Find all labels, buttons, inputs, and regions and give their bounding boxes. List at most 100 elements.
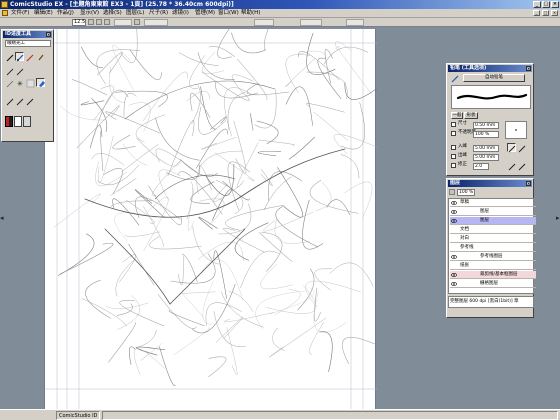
curve-tool-icon[interactable] xyxy=(15,96,24,106)
layer-name: 文档 xyxy=(460,227,469,232)
layer-mode-icon[interactable] xyxy=(449,189,455,195)
subtool-field[interactable]: 眼睛光工 xyxy=(5,40,51,47)
view-option-field[interactable] xyxy=(144,19,168,26)
doc-close-button[interactable]: × xyxy=(551,10,558,16)
sketch-drawing xyxy=(45,29,377,409)
subtool-name-button[interactable]: 自动铅笔 xyxy=(463,74,525,82)
layer-row[interactable]: 参考线图层 xyxy=(450,253,536,261)
brush-panel-close-icon[interactable]: × xyxy=(526,66,531,71)
menu-layer[interactable]: 图层(L) xyxy=(126,9,144,18)
layer-row-selected[interactable]: 图层 xyxy=(450,217,536,225)
ruler-tool-icon[interactable] xyxy=(25,96,34,106)
pencil-tool-icon[interactable] xyxy=(15,52,24,62)
transparent-color-swatch[interactable] xyxy=(23,116,31,127)
out-checkbox[interactable] xyxy=(451,154,456,159)
speed-preset-icon[interactable] xyxy=(517,161,526,171)
zoom-dropdown-icon[interactable] xyxy=(88,19,94,25)
document-icon[interactable] xyxy=(2,10,8,16)
ink-preset-icon[interactable] xyxy=(517,143,526,153)
zoom-field[interactable]: 12.5 xyxy=(72,19,86,26)
pen-tool-icon[interactable] xyxy=(5,52,14,62)
toolbar-slot-a[interactable] xyxy=(254,19,274,26)
layer-name: 对白 xyxy=(460,236,469,241)
tool-panel: ID进度工具 × 眼睛光工 ✳ xyxy=(1,29,54,142)
eye-icon[interactable] xyxy=(451,218,457,224)
in-checkbox[interactable] xyxy=(451,145,456,150)
rotate-left-icon[interactable] xyxy=(96,19,102,25)
layer-name: 草稿 xyxy=(460,200,469,205)
opacity-field[interactable]: 100 % xyxy=(473,131,499,138)
tilt-preset-icon[interactable] xyxy=(507,161,516,171)
eye-icon[interactable] xyxy=(451,281,457,287)
layer-row[interactable]: 图层 xyxy=(450,208,536,216)
size-pressure-checkbox[interactable] xyxy=(451,122,456,127)
tool-panel-close-icon[interactable]: × xyxy=(46,32,51,37)
eye-icon[interactable] xyxy=(451,200,457,206)
status-app-label: ComicStudio ID xyxy=(56,411,100,420)
size-field[interactable]: 0.50 mm xyxy=(473,122,499,129)
layer-row[interactable]: 参考线 xyxy=(450,244,536,252)
tone-tool-icon[interactable] xyxy=(25,78,35,88)
menu-edit[interactable]: 编辑(E) xyxy=(34,9,53,18)
menu-work[interactable]: 作品(J) xyxy=(57,9,74,18)
toolbar: 12.5 xyxy=(0,18,560,27)
menu-file[interactable]: 文件(F) xyxy=(11,9,29,18)
window-title: ComicStudio EX - [主題角東東館 EX3 - 1頁] (25.7… xyxy=(10,1,234,8)
ink-tool-icon[interactable] xyxy=(15,66,24,76)
fill-tool-icon[interactable] xyxy=(36,78,45,87)
menu-view[interactable]: 显示(V) xyxy=(80,9,99,18)
tab-shape[interactable]: 形状 xyxy=(464,112,478,119)
eye-icon[interactable] xyxy=(451,272,457,278)
rotation-field[interactable] xyxy=(114,19,132,26)
eye-icon[interactable] xyxy=(451,209,457,215)
menu-window[interactable]: 窗口(W) xyxy=(218,9,239,18)
layer-row[interactable]: 文档 xyxy=(450,226,536,234)
drawing-canvas[interactable] xyxy=(44,29,377,409)
sub-color-swatch[interactable] xyxy=(14,116,22,127)
line-tool-icon[interactable] xyxy=(5,96,14,106)
layer-row[interactable]: 裁剪线/基本框图层 xyxy=(450,271,536,279)
layer-row[interactable]: 栅格图层 xyxy=(450,280,536,288)
layer-opacity-field[interactable]: 100 % xyxy=(457,189,475,196)
menu-manage[interactable]: 管理(M) xyxy=(195,9,215,18)
toolbar-slot-c[interactable] xyxy=(346,19,364,26)
stroke-preview xyxy=(451,85,531,109)
marker-tool-icon[interactable] xyxy=(25,52,34,62)
layer-row[interactable]: 纸张 xyxy=(450,262,536,270)
menu-filter[interactable]: 滤镜(I) xyxy=(172,9,189,18)
opacity-pressure-checkbox[interactable] xyxy=(451,131,456,136)
right-collapse-arrow-icon[interactable]: ▸ xyxy=(556,214,560,222)
eraser-tool-icon[interactable] xyxy=(36,52,45,61)
status-bar: ComicStudio ID xyxy=(0,409,560,420)
toolbar-slot-b[interactable] xyxy=(300,19,322,26)
correction-checkbox[interactable] xyxy=(451,163,456,168)
close-button[interactable]: × xyxy=(551,1,559,8)
minimize-button[interactable]: _ xyxy=(533,1,541,8)
layer-row[interactable]: 对白 xyxy=(450,235,536,243)
layer-name: 纸张 xyxy=(460,263,469,268)
flip-icon[interactable] xyxy=(134,19,140,25)
brush-tool-icon[interactable] xyxy=(5,66,14,76)
menu-ruler[interactable]: 尺子(R) xyxy=(149,9,168,18)
doc-restore-button[interactable]: □ xyxy=(542,10,549,16)
star-tool-icon[interactable]: ✳ xyxy=(15,78,24,88)
menu-help[interactable]: 帮助(H) xyxy=(241,9,260,18)
left-collapse-arrow-icon[interactable]: ◂ xyxy=(0,214,4,222)
status-message xyxy=(102,411,558,420)
in-field[interactable]: 5.00 mm xyxy=(473,145,499,152)
layers-panel-close-icon[interactable]: × xyxy=(526,181,531,186)
eye-icon[interactable] xyxy=(451,254,457,260)
rotate-right-icon[interactable] xyxy=(104,19,110,25)
correction-field[interactable]: 2.0 xyxy=(473,163,489,170)
selection-tool-icon[interactable] xyxy=(5,78,14,88)
layer-row[interactable]: 草稿 xyxy=(450,199,536,207)
menu-select[interactable]: 选择(S) xyxy=(103,9,122,18)
out-field[interactable]: 5.00 mm xyxy=(473,154,499,161)
app-icon[interactable] xyxy=(1,1,8,8)
tab-general[interactable]: 一般 xyxy=(451,112,463,119)
maximize-button[interactable]: □ xyxy=(542,1,550,8)
brush-options-panel: 铅笔 (工具选项) × 自动铅笔 一般 形状 尺寸 0.50 mm 不透明度 1… xyxy=(446,63,534,176)
color-indicator xyxy=(6,117,9,126)
pen-preset-icon[interactable] xyxy=(507,143,516,153)
doc-minimize-button[interactable]: _ xyxy=(533,10,540,16)
